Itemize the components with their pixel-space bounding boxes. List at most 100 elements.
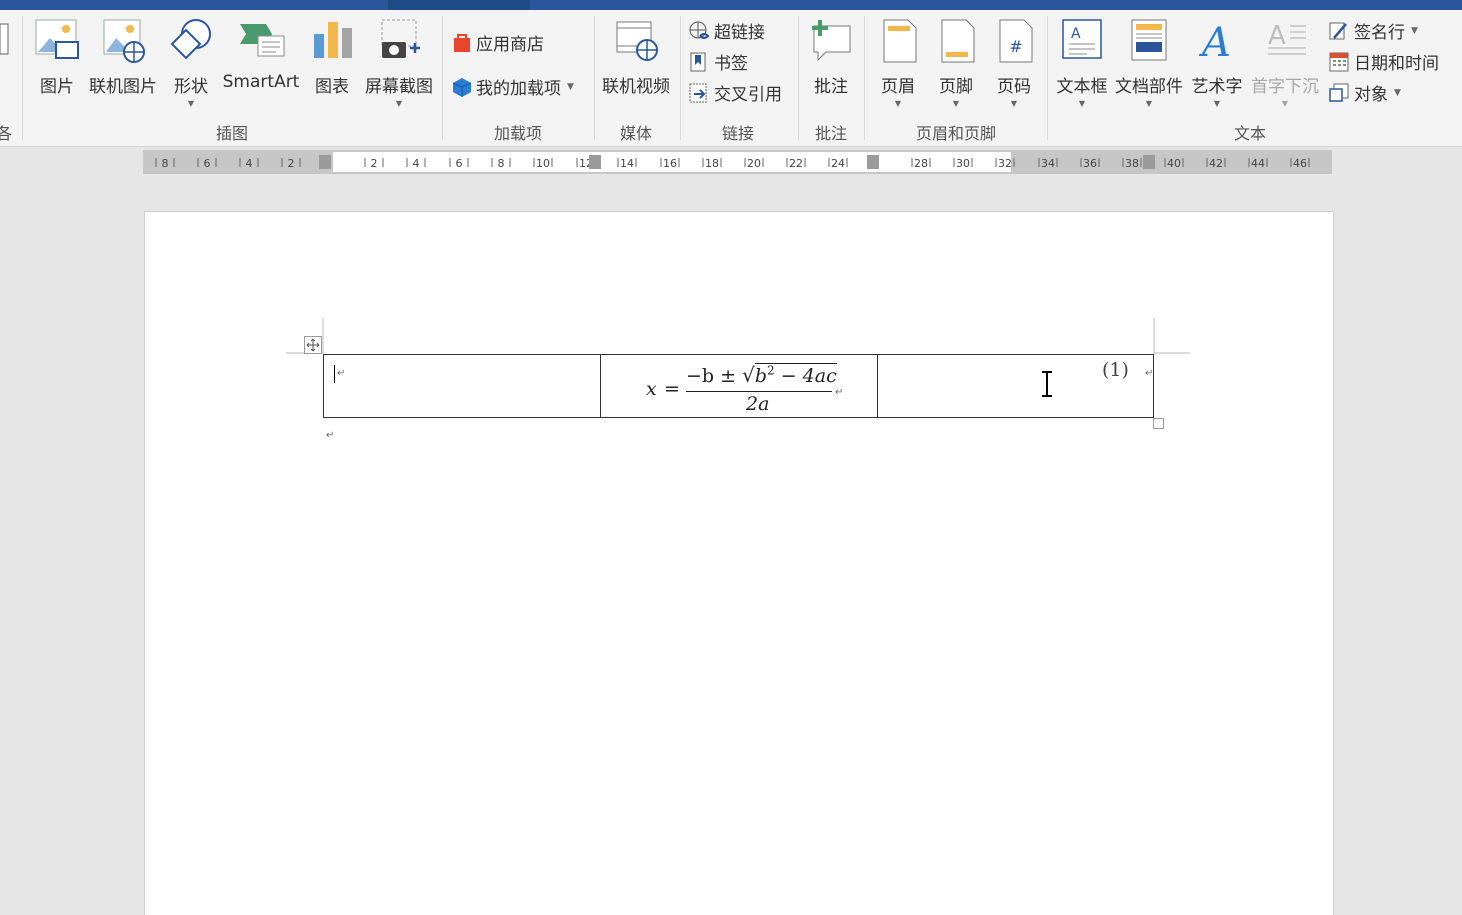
ruler-label: 14	[620, 157, 634, 170]
table-resize-handle[interactable]	[1153, 418, 1164, 429]
signature-line-button[interactable]: 签名行 ▼	[1328, 18, 1418, 43]
signature-pen-icon	[1329, 22, 1347, 39]
table-cell-number[interactable]: (1) ↵	[877, 355, 1153, 417]
ruler-label: 38	[1125, 157, 1139, 170]
svg-text:A: A	[1071, 26, 1081, 42]
smartart-icon	[240, 24, 285, 57]
textbox-button[interactable]: A 文本框 ▼	[1054, 16, 1110, 109]
paragraph-mark: ↵	[835, 387, 844, 398]
chart-button[interactable]: 图表	[308, 16, 356, 97]
ruler-label: 24	[831, 157, 845, 170]
ruler-label: 44	[1251, 157, 1265, 170]
group-label-comments: 批注	[814, 124, 848, 143]
smartart-button[interactable]: SmartArt	[222, 16, 300, 92]
drop-cap-icon: A	[1268, 21, 1306, 55]
ruler-label: 32	[998, 157, 1012, 170]
ruler-label: 6	[456, 157, 463, 170]
comment-icon	[812, 20, 851, 62]
svg-text:A: A	[1198, 20, 1231, 66]
ruler-label: 34	[1041, 157, 1055, 170]
chevron-down-icon: ▼	[894, 99, 902, 108]
table-cell-left[interactable]: ↵	[324, 355, 601, 417]
ruler-label: 16	[663, 157, 677, 170]
store-button[interactable]: 应用商店	[452, 30, 544, 55]
column-marker[interactable]	[867, 155, 879, 169]
ruler-label: 8	[498, 157, 505, 170]
addins-cube-icon	[452, 77, 472, 97]
active-ribbon-tab[interactable]	[388, 0, 530, 10]
partial-group-label: 各	[0, 124, 13, 143]
table-move-handle[interactable]	[304, 336, 322, 354]
group-separator	[594, 16, 595, 140]
quick-parts-icon	[1131, 19, 1167, 61]
hyperlink-globe-icon	[689, 21, 710, 39]
shapes-button[interactable]: 形状 ▼	[166, 16, 216, 109]
bar-chart-icon	[314, 22, 352, 58]
ruler-label: 2	[288, 157, 295, 170]
group-separator	[798, 16, 799, 140]
bookmark-button[interactable]: 书签	[688, 49, 748, 74]
partial-left-icon[interactable]	[0, 20, 14, 60]
store-icon	[454, 33, 470, 52]
screenshot-button[interactable]: 屏幕截图 ▼	[362, 16, 436, 109]
group-label-illustrations: 插图	[215, 124, 249, 143]
indent-marker[interactable]	[319, 155, 331, 169]
ruler-label: 8	[162, 157, 169, 170]
my-addins-button[interactable]: 我的加载项 ▼	[452, 74, 574, 99]
chevron-down-icon: ▼	[567, 81, 574, 92]
ruler-label: 4	[413, 157, 420, 170]
ruler-ticks: 8 6 4 2 2 4 6 8 10 12 14 16 18 20 22 24 28 30 32 34 36 38 40 42…	[155, 155, 1310, 170]
svg-text:#: #	[1009, 37, 1022, 56]
page-number-icon: #	[999, 19, 1033, 63]
cross-reference-button[interactable]: 交叉引用	[688, 80, 782, 105]
fraction-bar	[686, 391, 832, 392]
chevron-down-icon: ▼	[1411, 25, 1418, 36]
group-separator	[442, 16, 443, 140]
hyperlink-button[interactable]: 超链接	[688, 18, 765, 43]
date-time-button[interactable]: 日期和时间	[1328, 49, 1439, 74]
online-video-button[interactable]: 联机视频	[600, 16, 672, 97]
textbox-icon: A	[1062, 19, 1102, 59]
group-separator	[864, 16, 865, 140]
object-button[interactable]: 对象 ▼	[1328, 80, 1401, 105]
new-comment-button[interactable]: 批注	[806, 16, 856, 97]
equation-table[interactable]: ↵ x = −b ± √b2 − 4ac 2a ↵ (1) ↵	[323, 354, 1154, 418]
table-cell-equation[interactable]: x = −b ± √b2 − 4ac 2a ↵	[600, 355, 878, 417]
picture-button[interactable]: 图片	[32, 16, 82, 97]
group-label-text: 文本	[1233, 124, 1267, 143]
ruler-label: 22	[789, 157, 803, 170]
online-picture-button[interactable]: 联机图片	[86, 16, 160, 97]
ruler-label: 28	[914, 157, 928, 170]
group-label-links: 链接	[721, 124, 755, 143]
equation-numerator: −b ± √b2 − 4ac	[686, 363, 837, 387]
footer-button[interactable]: 页脚 ▼	[932, 16, 980, 109]
document-page[interactable]	[144, 211, 1334, 915]
chevron-down-icon: ▼	[187, 99, 195, 108]
camera-icon	[381, 19, 420, 58]
quick-parts-button[interactable]: 文档部件 ▼	[1112, 16, 1186, 109]
ribbon: 各 图片 联机图片 形状 ▼ SmartArt 图表 屏幕截图 ▼ 插图 应用商…	[0, 10, 1462, 147]
ruler-label: 6	[204, 157, 211, 170]
online-video-icon	[616, 21, 658, 61]
equation-denominator: 2a	[746, 393, 770, 415]
chevron-down-icon: ▼	[1281, 99, 1289, 108]
cross-reference-icon	[689, 83, 707, 102]
chevron-down-icon: ▼	[1145, 99, 1153, 108]
wordart-button[interactable]: A 艺术字 ▼	[1188, 16, 1246, 109]
group-label-media: 媒体	[619, 124, 653, 143]
group-label-header-footer: 页眉和页脚	[915, 124, 997, 143]
page-number-button[interactable]: # 页码 ▼	[990, 16, 1038, 109]
chevron-down-icon: ▼	[1394, 87, 1401, 98]
equation-equals: =	[664, 378, 680, 400]
group-label-addins: 加载项	[493, 124, 543, 143]
move-arrows-icon	[306, 338, 320, 352]
title-bar	[0, 0, 1462, 10]
equation-number: (1)	[1102, 359, 1129, 381]
column-marker[interactable]	[589, 155, 601, 169]
ruler-label: 4	[246, 157, 253, 170]
chevron-down-icon: ▼	[1010, 99, 1018, 108]
margin-marker[interactable]	[1143, 155, 1155, 169]
header-button[interactable]: 页眉 ▼	[874, 16, 922, 109]
ruler-label: 20	[747, 157, 761, 170]
horizontal-ruler[interactable]: 8 6 4 2 2 4 6 8 10 12 14 16 18 20 22 24 28 30 32 34 36 38 40 42…	[143, 150, 1332, 174]
